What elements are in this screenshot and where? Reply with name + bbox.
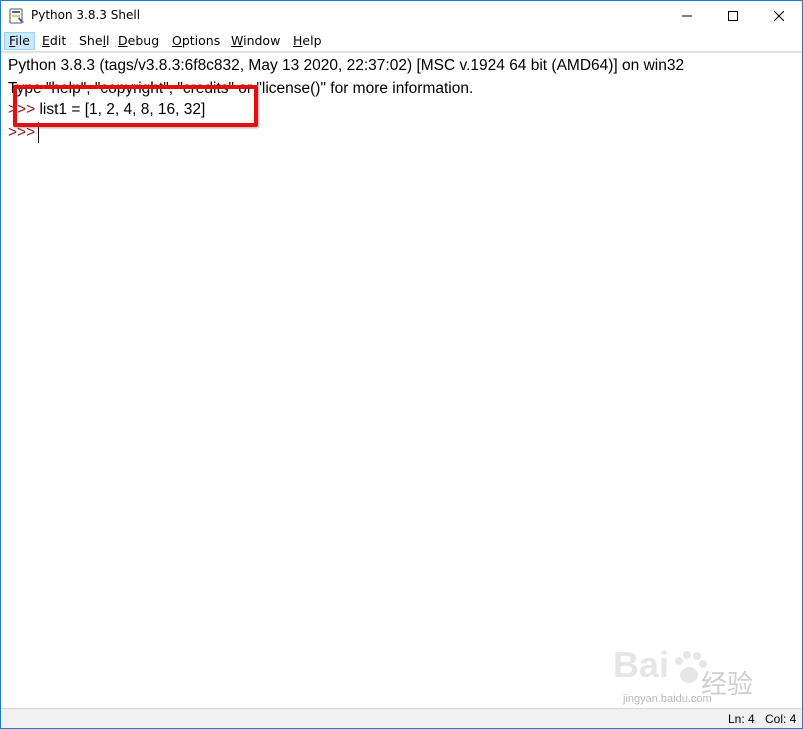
minimize-icon (682, 15, 692, 17)
status-line-number: Ln: 4 (728, 712, 755, 726)
watermark-url: jingyan.baidu.com (623, 693, 712, 705)
status-bar: Ln: 4 Col: 4 (1, 708, 802, 728)
menu-bar: File Edit Shell Debug Options Window Hel… (1, 31, 802, 52)
window-title: Python 3.8.3 Shell (31, 8, 141, 22)
menu-file[interactable]: File (4, 32, 35, 50)
maximize-button[interactable] (710, 1, 756, 31)
menu-edit[interactable]: Edit (38, 32, 70, 50)
maximize-icon (728, 11, 738, 21)
title-bar[interactable]: Python 3.8.3 Shell (1, 1, 802, 31)
close-button[interactable] (756, 1, 802, 31)
highlight-annotation-box (13, 85, 258, 127)
python-idle-icon (9, 8, 24, 24)
menu-options[interactable]: Options (168, 32, 224, 50)
menu-shell[interactable]: Shell (75, 32, 114, 50)
minimize-button[interactable] (664, 1, 710, 31)
shell-text-area[interactable]: Python 3.8.3 (tags/v3.8.3:6f8c832, May 1… (1, 52, 802, 709)
status-column-number: Col: 4 (765, 712, 797, 726)
svg-text:Bai: Bai (613, 644, 669, 685)
menu-window[interactable]: Window (227, 32, 284, 50)
close-icon (774, 11, 784, 21)
banner-version-line: Python 3.8.3 (tags/v3.8.3:6f8c832, May 1… (8, 57, 685, 74)
menu-debug[interactable]: Debug (114, 32, 163, 50)
menu-help[interactable]: Help (289, 32, 326, 50)
idle-shell-window: Python 3.8.3 Shell File Edit Shell Debug… (0, 0, 803, 729)
